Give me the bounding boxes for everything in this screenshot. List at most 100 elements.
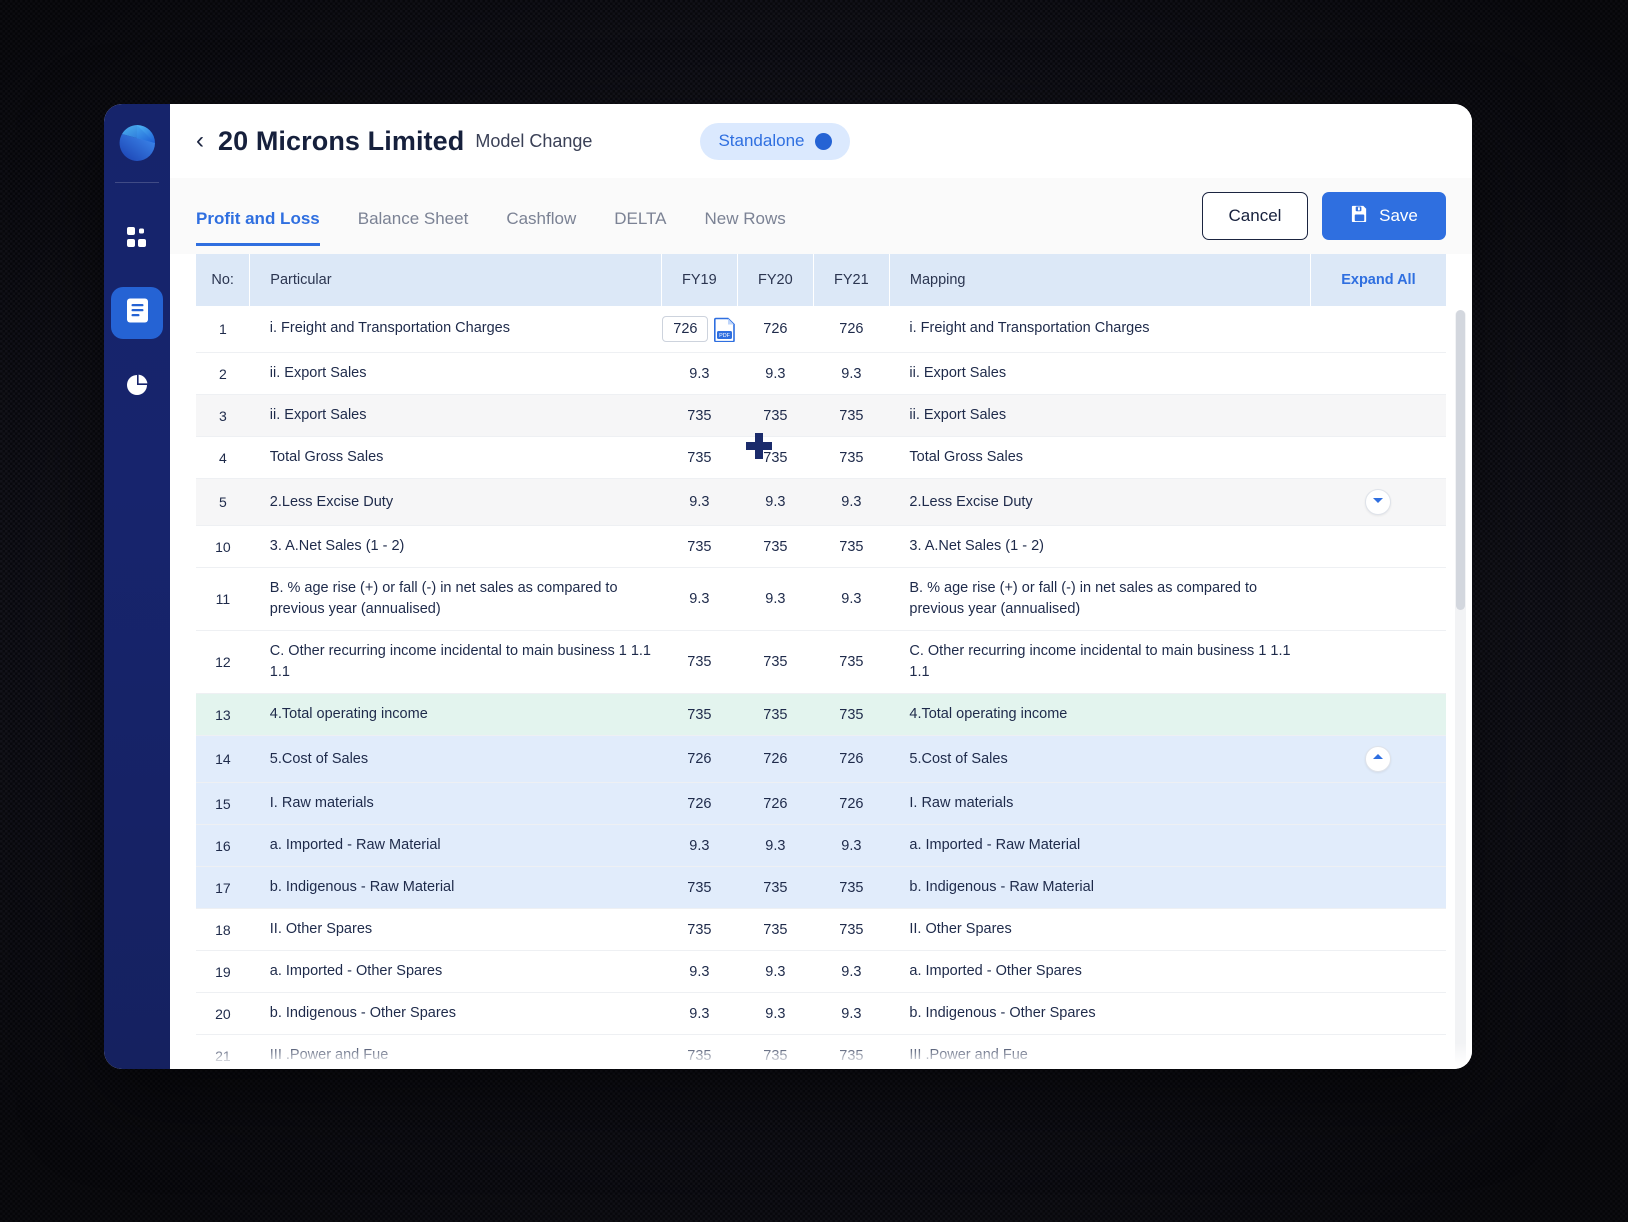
table-row[interactable]: 4Total Gross Sales735735735Total Gross S… — [196, 437, 1446, 479]
cell-fy20[interactable]: 735 — [737, 631, 813, 694]
row-particular[interactable]: ii. Export Sales — [250, 395, 662, 437]
tab-balance-sheet[interactable]: Balance Sheet — [358, 209, 469, 246]
cell-fy21[interactable]: 9.3 — [813, 353, 889, 395]
column-header-fy19[interactable]: FY19 — [661, 254, 737, 306]
cell-fy21[interactable]: 726 — [813, 783, 889, 825]
row-particular[interactable]: II. Other Spares — [250, 909, 662, 951]
row-particular[interactable]: I. Raw materials — [250, 783, 662, 825]
table-row[interactable]: 18II. Other Spares735735735II. Other Spa… — [196, 909, 1446, 951]
table-row[interactable]: 1i. Freight and Transportation ChargesPD… — [196, 306, 1446, 353]
column-header-particular[interactable]: Particular — [250, 254, 662, 306]
table-row[interactable]: 12C. Other recurring income incidental t… — [196, 631, 1446, 694]
table-row[interactable]: 19a. Imported - Other Spares9.39.39.3a. … — [196, 951, 1446, 993]
cell-fy19[interactable]: 735 — [661, 1035, 737, 1069]
row-particular[interactable]: 3. A.Net Sales (1 - 2) — [250, 526, 662, 568]
cancel-button[interactable]: Cancel — [1202, 192, 1308, 240]
cell-fy19[interactable]: 735 — [661, 437, 737, 479]
row-mapping[interactable]: 3. A.Net Sales (1 - 2) — [889, 526, 1310, 568]
row-particular[interactable]: Total Gross Sales — [250, 437, 662, 479]
row-mapping[interactable]: 5.Cost of Sales — [889, 736, 1310, 783]
cell-fy19[interactable]: 735 — [661, 395, 737, 437]
cell-fy20[interactable]: 9.3 — [737, 993, 813, 1035]
cell-fy21[interactable]: 735 — [813, 909, 889, 951]
cell-fy21[interactable]: 735 — [813, 395, 889, 437]
cell-fy19[interactable]: 735 — [661, 909, 737, 951]
row-particular[interactable]: C. Other recurring income incidental to … — [250, 631, 662, 694]
back-button[interactable]: ‹ — [196, 129, 204, 153]
row-mapping[interactable]: Total Gross Sales — [889, 437, 1310, 479]
cell-fy21[interactable]: 735 — [813, 867, 889, 909]
row-mapping[interactable]: B. % age rise (+) or fall (-) in net sal… — [889, 568, 1310, 631]
row-particular[interactable]: B. % age rise (+) or fall (-) in net sal… — [250, 568, 662, 631]
row-mapping[interactable]: i. Freight and Transportation Charges — [889, 306, 1310, 353]
cell-fy20[interactable]: 9.3 — [737, 568, 813, 631]
app-logo[interactable] — [116, 122, 158, 164]
scrollbar-thumb[interactable] — [1456, 310, 1465, 610]
tab-cashflow[interactable]: Cashflow — [506, 209, 576, 246]
cell-fy21[interactable]: 735 — [813, 694, 889, 736]
cell-fy20[interactable]: 735 — [737, 395, 813, 437]
row-particular[interactable]: 2.Less Excise Duty — [250, 479, 662, 526]
tab-profit-and-loss[interactable]: Profit and Loss — [196, 209, 320, 246]
table-row[interactable]: 17b. Indigenous - Raw Material735735735b… — [196, 867, 1446, 909]
row-mapping[interactable]: 2.Less Excise Duty — [889, 479, 1310, 526]
row-particular[interactable]: b. Indigenous - Raw Material — [250, 867, 662, 909]
column-header-no[interactable]: No: — [196, 254, 250, 306]
row-mapping[interactable]: II. Other Spares — [889, 909, 1310, 951]
table-row[interactable]: 2ii. Export Sales9.39.39.3ii. Export Sal… — [196, 353, 1446, 395]
expand-all-button[interactable]: Expand All — [1310, 254, 1446, 306]
row-particular[interactable]: ii. Export Sales — [250, 353, 662, 395]
scope-toggle-standalone[interactable]: Standalone — [700, 123, 850, 160]
save-button[interactable]: Save — [1322, 192, 1446, 240]
cell-fy19[interactable]: 726 — [661, 736, 737, 783]
cell-fy20[interactable]: 9.3 — [737, 951, 813, 993]
table-row[interactable]: 3ii. Export Sales735735735ii. Export Sal… — [196, 395, 1446, 437]
cell-fy20[interactable]: 9.3 — [737, 825, 813, 867]
cell-fy20[interactable]: 735 — [737, 867, 813, 909]
row-mapping[interactable]: a. Imported - Raw Material — [889, 825, 1310, 867]
cell-fy21[interactable]: 9.3 — [813, 479, 889, 526]
row-particular[interactable]: 5.Cost of Sales — [250, 736, 662, 783]
cell-fy21[interactable]: 735 — [813, 631, 889, 694]
table-row[interactable]: 103. A.Net Sales (1 - 2)7357357353. A.Ne… — [196, 526, 1446, 568]
table-vertical-scrollbar[interactable] — [1455, 310, 1466, 1065]
cell-fy20[interactable]: 726 — [737, 736, 813, 783]
cell-fy20[interactable]: 726 — [737, 783, 813, 825]
cell-fy20[interactable]: 735 — [737, 1035, 813, 1069]
row-mapping[interactable]: I. Raw materials — [889, 783, 1310, 825]
cell-fy19[interactable]: 726 — [661, 783, 737, 825]
row-particular[interactable]: 4.Total operating income — [250, 694, 662, 736]
row-mapping[interactable]: ii. Export Sales — [889, 353, 1310, 395]
sidebar-item-reports[interactable] — [111, 361, 163, 413]
cell-fy19[interactable]: 9.3 — [661, 825, 737, 867]
cell-fy20[interactable]: 735 — [737, 909, 813, 951]
table-row[interactable]: 134.Total operating income7357357354.Tot… — [196, 694, 1446, 736]
table-row[interactable]: 15I. Raw materials726726726I. Raw materi… — [196, 783, 1446, 825]
cell-fy19[interactable]: 9.3 — [661, 951, 737, 993]
cell-fy21[interactable]: 9.3 — [813, 825, 889, 867]
table-row[interactable]: 145.Cost of Sales7267267265.Cost of Sale… — [196, 736, 1446, 783]
tab-new-rows[interactable]: New Rows — [705, 209, 786, 246]
table-row[interactable]: 52.Less Excise Duty9.39.39.32.Less Excis… — [196, 479, 1446, 526]
cell-fy21[interactable]: 9.3 — [813, 951, 889, 993]
cell-fy19[interactable]: 735 — [661, 867, 737, 909]
cell-fy20[interactable]: 735 — [737, 526, 813, 568]
cell-fy20[interactable]: 735 — [737, 694, 813, 736]
row-mapping[interactable]: III .Power and Fue — [889, 1035, 1310, 1069]
cell-fy21[interactable]: 735 — [813, 437, 889, 479]
collapse-row-button[interactable] — [1365, 746, 1391, 772]
sidebar-item-documents[interactable] — [111, 287, 163, 339]
cell-fy20[interactable]: 726 — [737, 306, 813, 353]
cell-fy21[interactable]: 735 — [813, 526, 889, 568]
cell-fy20[interactable]: 735 — [737, 437, 813, 479]
cell-fy20[interactable]: 9.3 — [737, 479, 813, 526]
cell-fy19[interactable]: 9.3 — [661, 993, 737, 1035]
row-particular[interactable]: b. Indigenous - Other Spares — [250, 993, 662, 1035]
row-particular[interactable]: i. Freight and Transportation Charges — [250, 306, 662, 353]
row-particular[interactable]: III .Power and Fue — [250, 1035, 662, 1069]
column-header-fy20[interactable]: FY20 — [737, 254, 813, 306]
column-header-fy21[interactable]: FY21 — [813, 254, 889, 306]
cell-fy19[interactable]: 9.3 — [661, 479, 737, 526]
cell-fy19[interactable]: 735 — [661, 631, 737, 694]
pdf-source-icon[interactable]: PDF — [714, 317, 736, 342]
